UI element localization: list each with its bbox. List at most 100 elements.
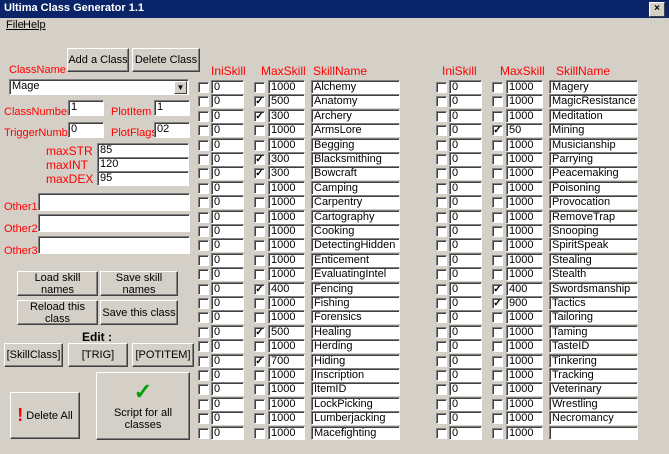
skillname-field[interactable]: Blacksmithing xyxy=(311,152,400,166)
maxskill-checkbox[interactable] xyxy=(492,413,503,424)
ini-checkbox[interactable] xyxy=(436,125,447,136)
skillname-field[interactable]: Enticement xyxy=(311,253,400,267)
iniskill-field[interactable]: 0 xyxy=(211,382,244,396)
maxskill-checkbox[interactable] xyxy=(492,370,503,381)
skillname-field[interactable]: Musicianship xyxy=(549,138,638,152)
maxskill-checkbox[interactable] xyxy=(492,312,503,323)
maxskill-checkbox[interactable]: ✓ xyxy=(254,168,265,179)
maxskill-field[interactable]: 1000 xyxy=(268,267,305,281)
skillname-field[interactable]: Hiding xyxy=(311,354,400,368)
skillname-field[interactable]: Magery xyxy=(549,80,638,94)
ini-checkbox[interactable] xyxy=(198,370,209,381)
ini-checkbox[interactable] xyxy=(436,197,447,208)
ini-checkbox[interactable] xyxy=(198,312,209,323)
maxskill-checkbox[interactable] xyxy=(492,111,503,122)
skillname-field[interactable]: TasteID xyxy=(549,339,638,353)
iniskill-field[interactable]: 0 xyxy=(449,224,482,238)
skillname-field[interactable]: Snooping xyxy=(549,224,638,238)
ini-checkbox[interactable] xyxy=(436,399,447,410)
iniskill-field[interactable]: 0 xyxy=(449,296,482,310)
skillname-field[interactable]: Parrying xyxy=(549,152,638,166)
maxskill-checkbox[interactable] xyxy=(492,384,503,395)
ini-checkbox[interactable] xyxy=(436,298,447,309)
maxskill-checkbox[interactable] xyxy=(492,341,503,352)
maxskill-checkbox[interactable] xyxy=(254,413,265,424)
iniskill-field[interactable]: 0 xyxy=(449,181,482,195)
iniskill-field[interactable]: 0 xyxy=(211,181,244,195)
maxskill-field[interactable]: 1000 xyxy=(506,210,543,224)
maxskill-checkbox[interactable] xyxy=(492,399,503,410)
classname-select[interactable]: Mage ▼ xyxy=(9,79,189,95)
skillname-field[interactable]: Cartography xyxy=(311,210,400,224)
ini-checkbox[interactable] xyxy=(436,82,447,93)
iniskill-field[interactable]: 0 xyxy=(211,426,244,440)
skillname-field[interactable]: LockPicking xyxy=(311,397,400,411)
menu-help[interactable]: Help xyxy=(23,19,46,31)
maxskill-checkbox[interactable] xyxy=(492,240,503,251)
ini-checkbox[interactable] xyxy=(198,82,209,93)
maxskill-field[interactable]: 700 xyxy=(268,354,305,368)
skillname-field[interactable]: Fencing xyxy=(311,282,400,296)
skillname-field[interactable]: ItemID xyxy=(311,382,400,396)
iniskill-field[interactable]: 0 xyxy=(211,267,244,281)
skillname-field[interactable]: Lumberjacking xyxy=(311,411,400,425)
potitem-button[interactable]: [POTITEM] xyxy=(132,343,194,367)
delete-all-button[interactable]: ! Delete All xyxy=(10,392,80,439)
chevron-down-icon[interactable]: ▼ xyxy=(174,81,187,94)
iniskill-field[interactable]: 0 xyxy=(211,339,244,353)
plotflags-field[interactable]: 02 xyxy=(154,122,190,138)
plotitem-field[interactable]: 1 xyxy=(154,100,190,116)
skillname-field[interactable]: Veterinary xyxy=(549,382,638,396)
iniskill-field[interactable]: 0 xyxy=(211,123,244,137)
skillname-field[interactable]: SpiritSpeak xyxy=(549,238,638,252)
skillname-field[interactable]: Cooking xyxy=(311,224,400,238)
ini-checkbox[interactable] xyxy=(436,183,447,194)
maxskill-field[interactable]: 300 xyxy=(268,166,305,180)
script-all-button[interactable]: ✓ Script for all classes xyxy=(96,372,190,440)
maxskill-field[interactable]: 1000 xyxy=(268,426,305,440)
maxskill-checkbox[interactable] xyxy=(254,428,265,439)
iniskill-field[interactable]: 0 xyxy=(211,253,244,267)
ini-checkbox[interactable] xyxy=(436,269,447,280)
maxskill-checkbox[interactable] xyxy=(254,255,265,266)
maxskill-field[interactable]: 900 xyxy=(506,296,543,310)
ini-checkbox[interactable] xyxy=(198,140,209,151)
maxskill-field[interactable]: 500 xyxy=(268,325,305,339)
maxskill-checkbox[interactable] xyxy=(492,140,503,151)
iniskill-field[interactable]: 0 xyxy=(211,368,244,382)
maxskill-field[interactable]: 1000 xyxy=(268,310,305,324)
skillname-field[interactable]: Tactics xyxy=(549,296,638,310)
ini-checkbox[interactable] xyxy=(436,384,447,395)
maxskill-field[interactable]: 1000 xyxy=(268,80,305,94)
ini-checkbox[interactable] xyxy=(198,111,209,122)
skillname-field[interactable]: Stealth xyxy=(549,267,638,281)
ini-checkbox[interactable] xyxy=(436,212,447,223)
maxskill-checkbox[interactable]: ✓ xyxy=(254,96,265,107)
maxskill-field[interactable]: 1000 xyxy=(268,382,305,396)
iniskill-field[interactable]: 0 xyxy=(449,310,482,324)
maxskill-field[interactable]: 1000 xyxy=(506,166,543,180)
maxskill-field[interactable]: 1000 xyxy=(506,325,543,339)
maxskill-checkbox[interactable] xyxy=(492,212,503,223)
maxskill-checkbox[interactable] xyxy=(492,154,503,165)
maxskill-field[interactable]: 500 xyxy=(268,94,305,108)
iniskill-field[interactable]: 0 xyxy=(449,195,482,209)
ini-checkbox[interactable] xyxy=(436,413,447,424)
iniskill-field[interactable]: 0 xyxy=(449,152,482,166)
ini-checkbox[interactable] xyxy=(436,154,447,165)
maxskill-checkbox[interactable] xyxy=(254,370,265,381)
maxskill-field[interactable]: 1000 xyxy=(268,238,305,252)
other1-field[interactable] xyxy=(38,193,190,211)
maxskill-checkbox[interactable]: ✓ xyxy=(254,327,265,338)
iniskill-field[interactable]: 0 xyxy=(449,282,482,296)
iniskill-field[interactable]: 0 xyxy=(211,282,244,296)
maxskill-field[interactable]: 1000 xyxy=(506,138,543,152)
maxskill-field[interactable]: 1000 xyxy=(268,339,305,353)
maxskill-field[interactable]: 1000 xyxy=(506,411,543,425)
ini-checkbox[interactable] xyxy=(436,96,447,107)
ini-checkbox[interactable] xyxy=(198,240,209,251)
skillname-field[interactable]: Herding xyxy=(311,339,400,353)
iniskill-field[interactable]: 0 xyxy=(211,195,244,209)
iniskill-field[interactable]: 0 xyxy=(211,310,244,324)
iniskill-field[interactable]: 0 xyxy=(211,411,244,425)
